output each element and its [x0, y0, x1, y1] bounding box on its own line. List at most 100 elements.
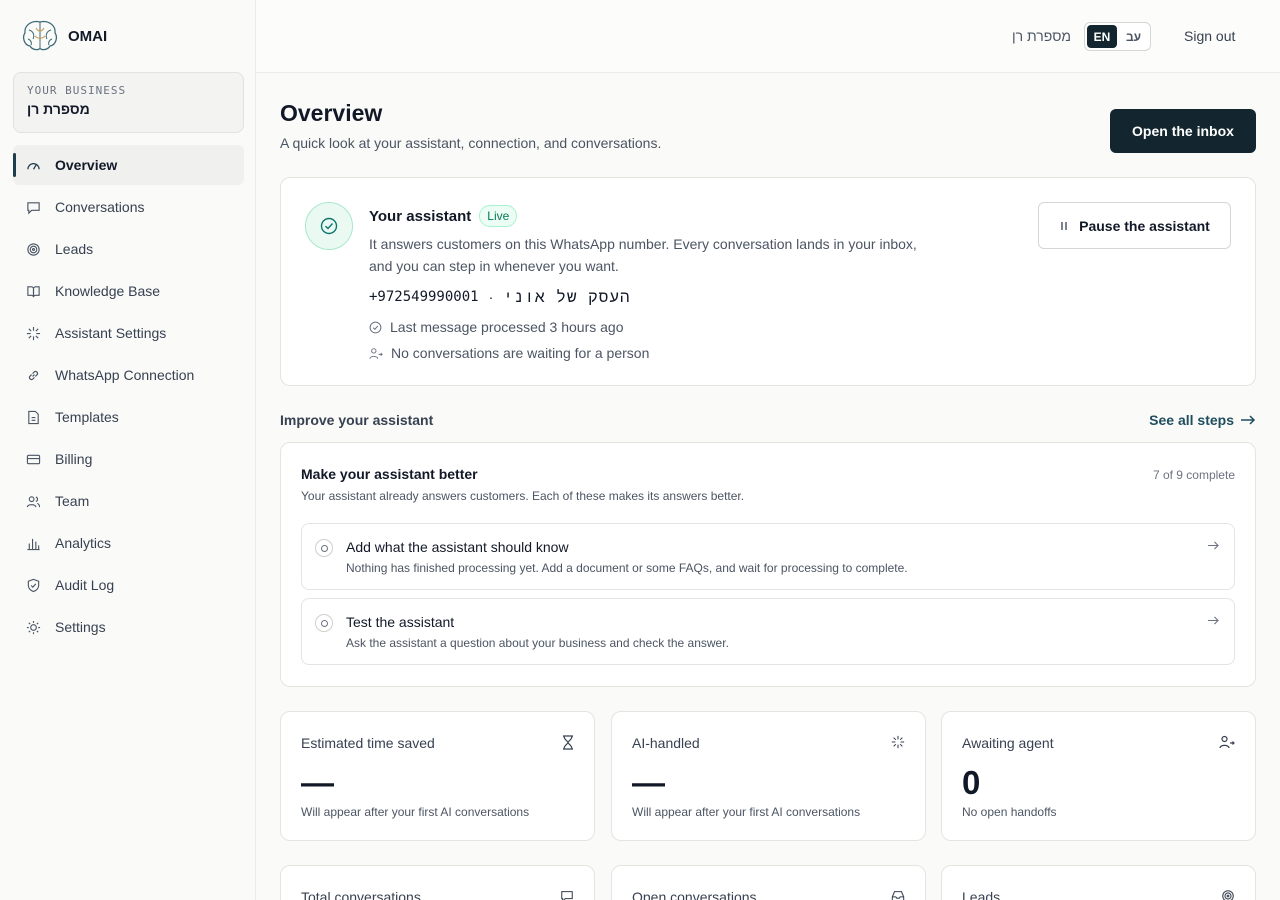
sidebar-item-label: Knowledge Base [55, 283, 161, 299]
sidebar-item-label: Settings [55, 619, 106, 635]
sidebar-item-label: Overview [55, 157, 118, 173]
stat-card-leads: Leads [941, 865, 1256, 900]
topbar-business-name: מספרת רן [1012, 28, 1071, 44]
stat-card-open-conversations: Open conversations [611, 865, 926, 900]
see-all-label: See all steps [1149, 412, 1234, 428]
sidebar-item-label: Billing [55, 451, 93, 467]
phone-separator: · [488, 289, 494, 305]
improve-progress: 7 of 9 complete [1152, 468, 1235, 482]
shield-icon [27, 578, 40, 592]
check-circle-small-icon [369, 321, 382, 333]
stat-note: No open handoffs [962, 805, 1057, 819]
stat-label: Total conversations [301, 889, 421, 900]
page-title: Overview [280, 100, 383, 126]
stat-label: Estimated time saved [301, 735, 435, 751]
step-add-knowledge[interactable]: Add what the assistant should know Nothi… [301, 523, 1235, 590]
sidebar-item-analytics[interactable]: Analytics [13, 523, 244, 563]
sign-out-button[interactable]: Sign out [1184, 28, 1235, 44]
check-circle-icon [320, 217, 338, 235]
topbar: מספרת רן EN עב Sign out [256, 0, 1280, 73]
chat-bubble-icon [27, 201, 40, 214]
gauge-icon [27, 162, 40, 170]
target-icon [27, 242, 40, 256]
sidebar-item-audit-log[interactable]: Audit Log [13, 565, 244, 605]
sidebar-item-settings[interactable]: Settings [13, 607, 244, 647]
inbox-icon [891, 891, 905, 900]
assistant-phone: +972549990001 [369, 289, 479, 305]
sidebar-item-label: Assistant Settings [55, 325, 167, 341]
stat-card-awaiting-agent: Awaiting agent 0 No open handoffs [941, 711, 1256, 841]
document-icon [28, 410, 39, 424]
sidebar-item-knowledge-base[interactable]: Knowledge Base [13, 271, 244, 311]
sidebar-item-label: Analytics [55, 535, 112, 551]
stat-value: — [632, 764, 665, 801]
sidebar: OMAI YOUR BUSINESS מספרת רן Overview Con… [0, 0, 256, 900]
sidebar-item-whatsapp-connection[interactable]: WhatsApp Connection [13, 355, 244, 395]
user-arrow-icon [1219, 735, 1235, 749]
arrow-right-icon [1241, 415, 1256, 425]
stat-card-total-conversations: Total conversations [280, 865, 595, 900]
sidebar-item-billing[interactable]: Billing [13, 439, 244, 479]
business-name: מספרת רן [27, 101, 90, 117]
credit-card-icon [26, 454, 41, 464]
sparkle-icon [26, 326, 41, 340]
stat-value: 0 [962, 764, 981, 801]
step-status-icon [315, 614, 333, 632]
step-title: Test the assistant [346, 614, 455, 630]
business-label: YOUR BUSINESS [27, 84, 127, 97]
assistant-card: Your assistant Live It answers customers… [280, 177, 1256, 386]
sidebar-item-label: WhatsApp Connection [55, 367, 195, 383]
sidebar-item-label: Team [55, 493, 90, 509]
step-description: Nothing has finished processing yet. Add… [346, 561, 908, 575]
business-selector[interactable]: YOUR BUSINESS מספרת רן [13, 72, 244, 133]
brand[interactable]: OMAI [20, 18, 107, 54]
lang-he-button[interactable]: עב [1119, 25, 1148, 48]
sidebar-item-templates[interactable]: Templates [13, 397, 244, 437]
sidebar-item-label: Leads [55, 241, 94, 257]
last-message-text: Last message processed 3 hours ago [390, 319, 624, 335]
sidebar-item-team[interactable]: Team [13, 481, 244, 521]
chat-bubble-icon [561, 891, 573, 900]
user-arrow-icon [369, 347, 383, 359]
waiting-row: No conversations are waiting for a perso… [369, 345, 649, 361]
sun-gear-icon [26, 620, 41, 634]
bar-chart-icon [27, 538, 40, 550]
assistant-status-indicator [305, 202, 353, 250]
hourglass-icon [563, 735, 573, 750]
brain-logo-icon [23, 20, 57, 51]
sidebar-item-label: Templates [55, 409, 119, 425]
assistant-description: It answers customers on this WhatsApp nu… [369, 236, 917, 274]
assistant-title: Your assistant [369, 207, 472, 225]
step-description: Ask the assistant a question about your … [346, 636, 729, 650]
step-test-assistant[interactable]: Test the assistant Ask the assistant a q… [301, 598, 1235, 665]
stat-label: Leads [962, 889, 1001, 900]
stat-value: — [301, 764, 334, 801]
sidebar-item-conversations[interactable]: Conversations [13, 187, 244, 227]
lang-en-button[interactable]: EN [1087, 25, 1117, 48]
open-inbox-button[interactable]: Open the inbox [1110, 109, 1256, 153]
sidebar-item-overview[interactable]: Overview [13, 145, 244, 185]
waiting-text: No conversations are waiting for a perso… [391, 345, 650, 361]
sidebar-item-label: Conversations [55, 199, 145, 215]
improve-description: Your assistant already answers customers… [301, 489, 745, 503]
step-status-icon [315, 539, 333, 557]
stat-label: AI-handled [632, 735, 700, 751]
sidebar-item-leads[interactable]: Leads [13, 229, 244, 269]
sidebar-item-label: Audit Log [55, 577, 115, 593]
step-title: Add what the assistant should know [346, 539, 569, 555]
language-toggle: EN עב [1084, 22, 1151, 51]
book-icon [27, 285, 40, 297]
pause-button-label: Pause the assistant [1079, 217, 1210, 234]
link-icon [28, 370, 39, 380]
stat-note: Will appear after your first AI conversa… [632, 805, 861, 819]
sidebar-nav: Overview Conversations Leads Knowledge B… [13, 145, 244, 649]
pause-assistant-button[interactable]: Pause the assistant [1038, 202, 1231, 249]
arrow-right-icon [1208, 541, 1219, 550]
see-all-steps-link[interactable]: See all steps [1149, 412, 1256, 428]
arrow-right-icon [1208, 616, 1219, 625]
target-icon [1222, 890, 1234, 900]
stat-note: Will appear after your first AI conversa… [301, 805, 530, 819]
improve-section-title: Improve your assistant [280, 412, 434, 428]
assistant-phone-row: +972549990001 · העסק של אוני [369, 287, 631, 307]
sidebar-item-assistant-settings[interactable]: Assistant Settings [13, 313, 244, 353]
